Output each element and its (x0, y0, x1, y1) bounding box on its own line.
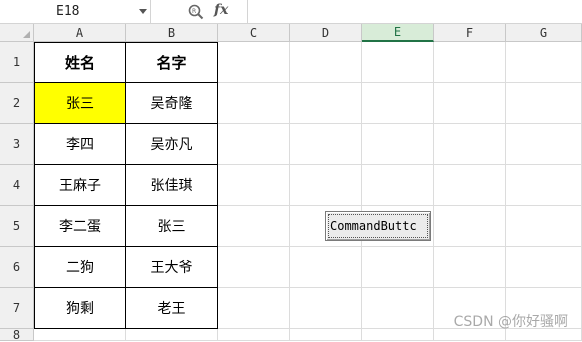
cell-e3[interactable] (362, 124, 434, 165)
cell-e7[interactable] (362, 288, 434, 329)
svg-text:R: R (192, 8, 196, 15)
column-header-b[interactable]: B (126, 24, 218, 42)
row-header-4[interactable]: 4 (0, 165, 34, 206)
watermark: CSDN @你好骚啊 (454, 311, 568, 331)
name-box-value: E18 (56, 4, 79, 19)
cell-g5[interactable] (506, 206, 582, 247)
select-all-icon (23, 31, 30, 38)
column-header-d[interactable]: D (290, 24, 362, 42)
cell-b8[interactable] (126, 329, 218, 341)
cell-d4[interactable] (290, 165, 362, 206)
row-header-7[interactable]: 7 (0, 288, 34, 329)
table-cell[interactable]: 吴奇隆 (125, 82, 218, 124)
table-cell[interactable]: 张三 (34, 82, 126, 124)
formula-input[interactable] (249, 0, 582, 24)
table-cell[interactable]: 狗剩 (34, 287, 126, 329)
table-cell[interactable]: 老王 (125, 287, 218, 329)
cell-c6[interactable] (218, 247, 290, 288)
cell-d3[interactable] (290, 124, 362, 165)
cell-a8[interactable] (34, 329, 126, 341)
cell-f4[interactable] (434, 165, 506, 206)
table-cell[interactable]: 李四 (34, 123, 126, 165)
cell-c3[interactable] (218, 124, 290, 165)
cell-f1[interactable] (434, 42, 506, 83)
formula-tools: R fx (151, 0, 248, 24)
row-header-1[interactable]: 1 (0, 42, 34, 83)
table-cell[interactable]: 张佳琪 (125, 164, 218, 206)
cell-c8[interactable] (218, 329, 290, 341)
table-cell[interactable]: 二狗 (34, 246, 126, 288)
cell-d1[interactable] (290, 42, 362, 83)
table-cell[interactable]: 张三 (125, 205, 218, 247)
name-box[interactable]: E18 (0, 0, 151, 24)
cell-d6[interactable] (290, 247, 362, 288)
cell-f2[interactable] (434, 83, 506, 124)
cell-g1[interactable] (506, 42, 582, 83)
cell-c1[interactable] (218, 42, 290, 83)
row-header-3[interactable]: 3 (0, 124, 34, 165)
cell-c2[interactable] (218, 83, 290, 124)
cell-g3[interactable] (506, 124, 582, 165)
column-header-e[interactable]: E (362, 24, 434, 42)
function-icon[interactable]: fx (214, 2, 228, 18)
cell-f5[interactable] (434, 206, 506, 247)
row-header-2[interactable]: 2 (0, 83, 34, 124)
cell-e8[interactable] (362, 329, 434, 341)
cell-c7[interactable] (218, 288, 290, 329)
cell-e2[interactable] (362, 83, 434, 124)
cell-d7[interactable] (290, 288, 362, 329)
table-header-cell[interactable]: 名字 (125, 42, 218, 83)
zoom-icon[interactable]: R (187, 3, 205, 21)
table-cell[interactable]: 李二蛋 (34, 205, 126, 247)
cell-e6[interactable] (362, 247, 434, 288)
row-header-5[interactable]: 5 (0, 206, 34, 247)
cell-c4[interactable] (218, 165, 290, 206)
table-cell[interactable]: 王大爷 (125, 246, 218, 288)
table-header-cell[interactable]: 姓名 (34, 42, 126, 83)
chevron-down-icon[interactable] (139, 9, 147, 14)
cell-f3[interactable] (434, 124, 506, 165)
cell-e4[interactable] (362, 165, 434, 206)
cell-f6[interactable] (434, 247, 506, 288)
cell-d2[interactable] (290, 83, 362, 124)
column-header-c[interactable]: C (218, 24, 290, 42)
formula-bar: E18 R fx (0, 0, 582, 24)
column-header-g[interactable]: G (506, 24, 582, 42)
command-button-focus-rect (328, 214, 428, 238)
select-all-corner[interactable] (0, 24, 34, 42)
row-header-6[interactable]: 6 (0, 247, 34, 288)
cell-g4[interactable] (506, 165, 582, 206)
cell-e1[interactable] (362, 42, 434, 83)
cell-c5[interactable] (218, 206, 290, 247)
table-cell[interactable]: 王麻子 (34, 164, 126, 206)
cell-g6[interactable] (506, 247, 582, 288)
cell-g2[interactable] (506, 83, 582, 124)
row-header-8[interactable]: 8 (0, 329, 34, 341)
table-cell[interactable]: 吴亦凡 (125, 123, 218, 165)
cell-d8[interactable] (290, 329, 362, 341)
column-header-f[interactable]: F (434, 24, 506, 42)
column-header-a[interactable]: A (34, 24, 126, 42)
